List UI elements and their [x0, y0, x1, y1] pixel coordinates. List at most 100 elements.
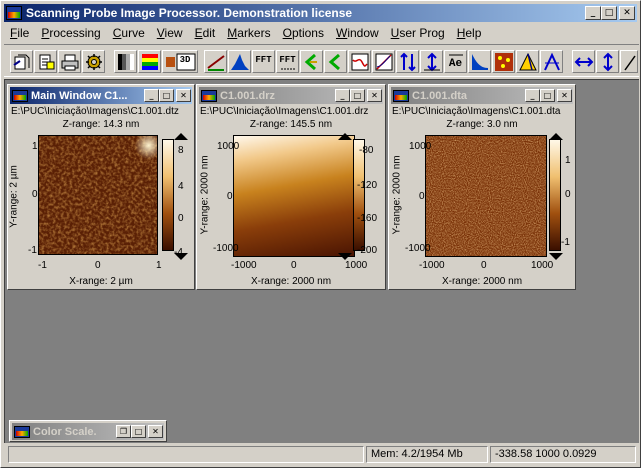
window-icon[interactable]	[393, 89, 409, 102]
ae-icon[interactable]: Ae	[444, 50, 467, 73]
file-path: E:\PUC\Iniciação\Imagens\C1.001.dtz	[11, 106, 179, 117]
scale-tick: 1	[565, 155, 571, 166]
scale-max-marker[interactable]	[174, 133, 188, 140]
x-tick: 1	[156, 260, 162, 271]
height-arrow-icon[interactable]	[420, 50, 443, 73]
grayscale-icon[interactable]	[114, 50, 137, 73]
menu-help[interactable]: Help	[451, 26, 488, 40]
curve-icon[interactable]	[372, 50, 395, 73]
app-title-bar[interactable]: Scanning Probe Image Processor. Demonstr…	[4, 4, 637, 22]
x-tick: 0	[291, 260, 297, 271]
close-button[interactable]: ✕	[176, 89, 191, 102]
toolbar: 3D FFT FFT Ae	[4, 44, 639, 77]
main-window-c1[interactable]: Main Window C1... _ □ ✕ E:\PUC\Iniciação…	[7, 84, 195, 290]
y-tick: -1	[28, 245, 37, 256]
rotate-right-icon[interactable]	[324, 50, 347, 73]
y-tick: 0	[227, 191, 233, 202]
x-range-label: X-range: 2 µm	[69, 276, 133, 287]
app-window: Scanning Probe Image Processor. Demonstr…	[0, 0, 641, 468]
y-tick: 1	[32, 141, 38, 152]
color-scale-bar[interactable]	[549, 139, 561, 251]
maximize-button[interactable]: □	[540, 89, 555, 102]
minimize-button[interactable]: _	[335, 89, 350, 102]
horizontal-arrow-icon[interactable]	[572, 50, 595, 73]
grain-icon[interactable]	[516, 50, 539, 73]
window-title: C1.001.dta	[412, 89, 468, 102]
rotate-left-icon[interactable]	[300, 50, 323, 73]
scale-max-marker[interactable]	[549, 133, 563, 140]
close-button[interactable]: ✕	[557, 89, 572, 102]
maximize-button[interactable]: □	[159, 89, 174, 102]
afm-image[interactable]	[425, 135, 547, 257]
scale-max-marker[interactable]	[338, 133, 352, 140]
menu-markers[interactable]: Markers	[221, 26, 276, 40]
menu-processing[interactable]: Processing	[35, 26, 106, 40]
bearing-icon[interactable]	[468, 50, 491, 73]
child-title-bar[interactable]: C1.001.dta _ □ ✕	[391, 87, 573, 104]
mdi-workspace[interactable]: Main Window C1... _ □ ✕ E:\PUC\Iniciação…	[4, 79, 639, 443]
status-bar: Mem: 4.2/1954 Mb -338.58 1000 0.0929	[4, 445, 639, 465]
menu-options[interactable]: Options	[277, 26, 330, 40]
open-folder-icon[interactable]	[34, 50, 57, 73]
afm-image[interactable]	[233, 135, 355, 257]
window-title: C1.001.drz	[220, 89, 276, 102]
minimize-button[interactable]: _	[144, 89, 159, 102]
minimize-button[interactable]: _	[585, 6, 601, 20]
z-range-label: Z-range: 145.5 nm	[249, 119, 333, 130]
view-3d-icon[interactable]: 3D	[162, 50, 198, 73]
maximize-button[interactable]: □	[350, 89, 365, 102]
window-icon[interactable]	[201, 89, 217, 102]
scale-min-marker[interactable]	[549, 253, 563, 260]
slope-icon[interactable]	[204, 50, 227, 73]
child-title-bar[interactable]: C1.001.drz _ □ ✕	[199, 87, 383, 104]
open-icon[interactable]	[10, 50, 33, 73]
app-icon[interactable]	[6, 6, 22, 20]
afm-image[interactable]	[38, 135, 158, 255]
color-scale-bar[interactable]	[162, 139, 174, 251]
fft-icon[interactable]: FFT	[252, 50, 275, 73]
drz-window[interactable]: C1.001.drz _ □ ✕ E:\PUC\Iniciação\Imagen…	[196, 84, 386, 290]
y-range-label: Y-range: 2000 nm	[199, 155, 211, 235]
close-button[interactable]: ✕	[148, 425, 163, 438]
child-title-bar[interactable]: Color Scale. ❐ □ ✕	[12, 423, 164, 440]
menu-file[interactable]: File	[4, 26, 35, 40]
scale-tick: 4	[178, 181, 184, 192]
histogram-icon[interactable]	[228, 50, 251, 73]
angle-icon[interactable]	[540, 50, 563, 73]
dta-window[interactable]: C1.001.dta _ □ ✕ E:\PUC\Iniciação\Imagen…	[388, 84, 576, 290]
restore-button[interactable]: ❐	[116, 425, 131, 438]
close-button[interactable]: ✕	[367, 89, 382, 102]
maximize-button[interactable]: □	[601, 6, 617, 20]
x-range-label: X-range: 2000 nm	[250, 276, 332, 287]
x-tick: 1000	[531, 260, 554, 271]
menu-curve[interactable]: Curve	[107, 26, 151, 40]
scale-tick: 0	[178, 213, 184, 224]
fft-filter-icon[interactable]: FFT	[276, 50, 299, 73]
vertical-arrow-icon[interactable]	[596, 50, 619, 73]
status-coords: -338.58 1000 0.0929	[490, 446, 636, 463]
scale-min-marker[interactable]	[338, 253, 352, 260]
menu-user-prog[interactable]: User Prog	[385, 26, 451, 40]
pen-icon[interactable]	[620, 50, 638, 73]
child-title-bar[interactable]: Main Window C1... _ □ ✕	[10, 87, 192, 104]
menu-view[interactable]: View	[151, 26, 189, 40]
window-icon[interactable]	[14, 425, 30, 438]
profile-icon[interactable]	[348, 50, 371, 73]
x-tick: -1000	[419, 260, 445, 271]
particle-icon[interactable]	[492, 50, 515, 73]
print-icon[interactable]	[58, 50, 81, 73]
minimize-button[interactable]: _	[525, 89, 540, 102]
close-button[interactable]: ✕	[619, 6, 635, 20]
settings-gear-icon[interactable]	[82, 50, 105, 73]
color-palette-icon[interactable]	[138, 50, 161, 73]
y-tick: 0	[419, 191, 425, 202]
scale-tick: 0	[565, 189, 571, 200]
color-scale-window[interactable]: Color Scale. ❐ □ ✕	[9, 420, 167, 442]
height-distribution-icon[interactable]	[396, 50, 419, 73]
y-tick: -1000	[405, 243, 431, 254]
window-icon[interactable]	[12, 89, 28, 102]
menu-window[interactable]: Window	[330, 26, 385, 40]
scale-tick: -200	[357, 245, 378, 256]
menu-edit[interactable]: Edit	[189, 26, 222, 40]
maximize-button[interactable]: □	[131, 425, 146, 438]
